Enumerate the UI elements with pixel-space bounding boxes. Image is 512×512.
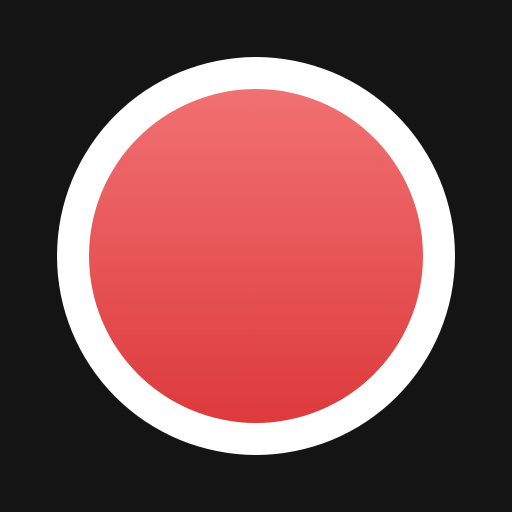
app-icon-canvas xyxy=(0,0,512,512)
record-icon xyxy=(89,89,423,423)
record-button[interactable] xyxy=(57,57,455,455)
